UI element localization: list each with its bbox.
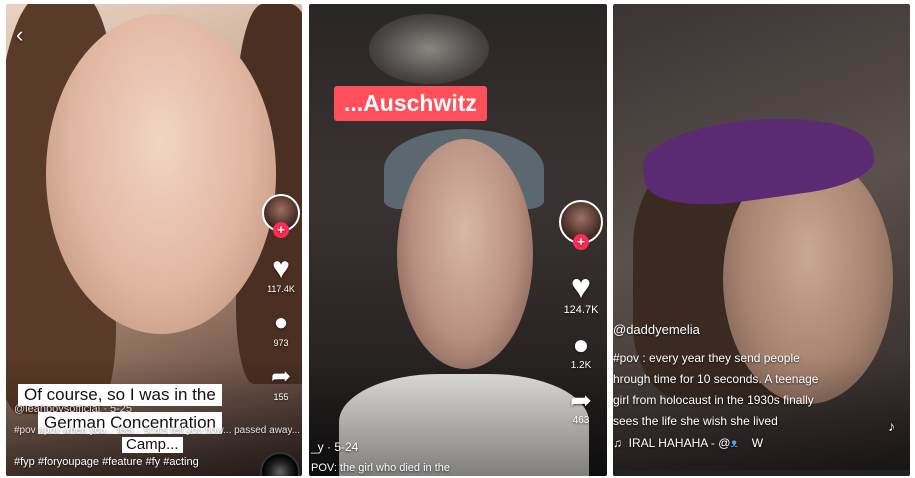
video-description: POV: the girl who died in the [311, 462, 451, 474]
username[interactable]: @daddyemelia [613, 322, 700, 337]
like-count: 117.4K [267, 284, 295, 294]
heart-icon[interactable]: ♥ [272, 254, 290, 284]
side-actions: + ♥ 117.4K ● 973 ➦ 155 [262, 194, 300, 402]
video-panel-1[interactable]: ‹ + ♥ 117.4K ● 973 ➦ 155 Of course, so I… [6, 4, 302, 476]
share-count: 155 [273, 392, 289, 402]
description-line-1: #pov : every year they send people [613, 351, 800, 365]
heart-icon[interactable]: ♥ [571, 270, 591, 304]
video-panel-3[interactable]: @daddyemelia #pov : every year they send… [613, 4, 910, 476]
share-icon[interactable]: ➦ [570, 385, 592, 415]
sound-name: IRAL HAHAHA - @ [628, 436, 731, 450]
face [46, 14, 276, 334]
auschwitz-caption: ...Auschwitz [334, 86, 487, 121]
music-note-icon: ♪ [888, 418, 895, 434]
sound-row[interactable]: ♫ IRAL HAHAHA - @ᴥ W [613, 436, 763, 450]
side-actions: + ♥ 124.7K ● 1.2K ➦ 463 [559, 200, 603, 426]
video-panel-2[interactable]: ...Auschwitz + ♥ 124.7K ● 1.2K ➦ 463 _y … [309, 4, 607, 476]
description-line-4: sees the life she wish she lived [613, 414, 778, 428]
like-count: 124.7K [563, 304, 599, 316]
butterfly-icon: ᴥ [730, 436, 738, 450]
comment-icon[interactable]: ● [274, 308, 289, 338]
comment-count: 1.2K [570, 360, 592, 371]
sound-name-tail: W [751, 436, 764, 450]
bottom-nav-bar [613, 470, 910, 476]
follow-plus-icon[interactable]: + [573, 234, 589, 250]
share-count: 463 [572, 415, 590, 426]
face [397, 139, 533, 369]
description-line-2: hrough time for 10 seconds. A teenage [613, 372, 819, 386]
ceiling-light [369, 14, 489, 84]
hashtags[interactable]: #fyp #foryoupage #feature #fy #acting [14, 456, 199, 468]
comment-icon[interactable]: ● [573, 330, 590, 360]
creator-avatar[interactable]: + [559, 200, 603, 250]
comment-count: 973 [273, 338, 289, 348]
back-arrow-icon[interactable]: ‹ [16, 22, 23, 48]
video-description: #pov #pov when you... feel... scars tell… [14, 425, 301, 436]
creator-avatar[interactable]: + [262, 194, 300, 238]
follow-plus-icon[interactable]: + [273, 222, 289, 238]
username[interactable]: _y · 5-24 [311, 440, 358, 454]
caption-line-3: Camp... [122, 437, 183, 453]
music-note-icon: ♫ [613, 436, 629, 450]
share-icon[interactable]: ➦ [271, 362, 291, 392]
description-line-3: girl from holocaust in the 1930s finally [613, 393, 814, 407]
